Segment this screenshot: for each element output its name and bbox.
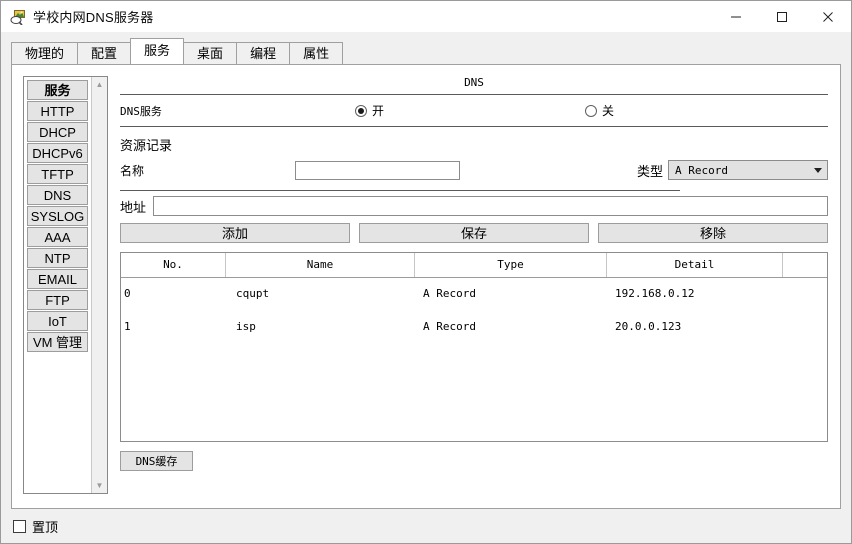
column-header-no: No. — [121, 253, 226, 277]
sidebar-item-ntp[interactable]: NTP — [27, 248, 88, 268]
dns-server-icon — [10, 9, 26, 26]
type-select-value: A Record — [675, 163, 728, 177]
address-input[interactable] — [153, 196, 828, 216]
window-title: 学校内网DNS服务器 — [33, 10, 154, 25]
dns-service-label: DNS服务 — [120, 104, 162, 118]
name-row: 名称 类型 A Record — [120, 154, 828, 186]
cell-no: 1 — [124, 320, 131, 333]
type-select[interactable]: A Record — [668, 160, 828, 180]
type-field: 类型 A Record — [637, 160, 828, 180]
radio-off-icon[interactable] — [585, 104, 597, 117]
close-button[interactable] — [805, 1, 851, 32]
type-label: 类型 — [636, 163, 663, 179]
column-header-type: Type — [415, 253, 607, 277]
tab-programming[interactable]: 编程 — [236, 42, 291, 64]
dns-cache-button[interactable]: DNS缓存 — [120, 451, 193, 471]
minimize-button[interactable] — [713, 1, 759, 32]
cell-type: A Record — [423, 287, 476, 300]
cell-name: cqupt — [236, 287, 270, 300]
table-row[interactable]: 0 cqupt A Record 192.168.0.12 — [121, 278, 827, 311]
sidebar-item-http[interactable]: HTTP — [27, 101, 88, 121]
title-bar: 学校内网DNS服务器 — [1, 1, 851, 32]
cell-extra — [783, 278, 807, 311]
column-header-extra — [783, 253, 807, 277]
scroll-down-icon[interactable]: ▼ — [92, 478, 107, 493]
sidebar-item-dns[interactable]: DNS — [27, 185, 88, 205]
add-button[interactable]: 添加 — [120, 223, 350, 243]
tab-services[interactable]: 服务 — [130, 38, 185, 64]
save-button[interactable]: 保存 — [359, 223, 589, 243]
sidebar-item-dhcpv6[interactable]: DHCPv6 — [27, 143, 88, 163]
address-row: 地址 — [120, 191, 828, 221]
tab-attributes[interactable]: 属性 — [289, 42, 344, 64]
application-window: 学校内网DNS服务器 物理的 配置 服务 桌面 编程 属性 服务 HTTP DH… — [0, 0, 852, 544]
section-title: DNS — [464, 76, 484, 89]
sidebar-item-syslog[interactable]: SYSLOG — [27, 206, 88, 226]
resource-records-label: 资源记录 — [120, 138, 173, 153]
radio-off-label: 关 — [602, 104, 615, 118]
maximize-button[interactable] — [759, 1, 805, 32]
scroll-up-icon[interactable]: ▲ — [92, 77, 107, 92]
records-table[interactable]: No. Name Type Detail 0 cqupt A Record 19… — [120, 252, 828, 442]
sidebar-item-ftp[interactable]: FTP — [27, 290, 88, 310]
record-actions: 添加 保存 移除 — [120, 223, 828, 243]
sidebar-item-services[interactable]: 服务 — [27, 80, 88, 100]
cell-type: A Record — [423, 320, 476, 333]
radio-on-label: 开 — [372, 104, 385, 118]
services-list: 服务 HTTP DHCP DHCPv6 TFTP DNS SYSLOG AAA … — [24, 77, 91, 493]
tab-bar: 物理的 配置 服务 桌面 编程 属性 — [11, 38, 851, 64]
radio-on[interactable]: 开 — [355, 102, 384, 119]
tab-physical[interactable]: 物理的 — [11, 42, 79, 64]
radio-off[interactable]: 关 — [585, 102, 614, 119]
sidebar-item-vm-management[interactable]: VM 管理 — [27, 332, 88, 352]
tab-config[interactable]: 配置 — [77, 42, 132, 64]
cell-detail: 20.0.0.123 — [615, 320, 682, 333]
services-panel: 服务 HTTP DHCP DHCPv6 TFTP DNS SYSLOG AAA … — [11, 64, 841, 509]
sidebar-item-dhcp[interactable]: DHCP — [27, 122, 88, 142]
table-row[interactable]: 1 isp A Record 20.0.0.123 — [121, 311, 827, 344]
sidebar-item-email[interactable]: EMAIL — [27, 269, 88, 289]
radio-on-icon[interactable] — [355, 104, 367, 117]
cell-extra — [783, 311, 807, 344]
pin-on-top-checkbox[interactable] — [13, 519, 26, 533]
name-label: 名称 — [120, 163, 145, 178]
services-sidebar: 服务 HTTP DHCP DHCPv6 TFTP DNS SYSLOG AAA … — [23, 76, 108, 494]
chevron-down-icon — [814, 167, 822, 173]
table-header: No. Name Type Detail — [121, 253, 827, 278]
sidebar-item-iot[interactable]: IoT — [27, 311, 88, 331]
footer-bar: 置顶 — [1, 509, 851, 543]
cell-name: isp — [236, 320, 256, 333]
column-header-detail: Detail — [607, 253, 783, 277]
sidebar-scrollbar[interactable]: ▲ ▼ — [91, 77, 107, 493]
cell-detail: 192.168.0.12 — [615, 287, 695, 300]
pin-on-top-label: 置顶 — [32, 519, 59, 535]
dns-service-row: DNS服务 开 关 — [120, 95, 828, 126]
remove-button[interactable]: 移除 — [598, 223, 828, 243]
sidebar-item-aaa[interactable]: AAA — [27, 227, 88, 247]
cell-no: 0 — [124, 287, 131, 300]
window-controls — [713, 1, 851, 32]
column-header-name: Name — [226, 253, 415, 277]
tab-desktop[interactable]: 桌面 — [183, 42, 238, 64]
name-input[interactable] — [295, 160, 460, 180]
address-label: 地址 — [120, 199, 147, 215]
sidebar-item-tftp[interactable]: TFTP — [27, 164, 88, 184]
dns-settings-form: DNS DNS服务 开 关 资源记录 名称 类型 A Record 地址 添加 … — [120, 76, 828, 494]
